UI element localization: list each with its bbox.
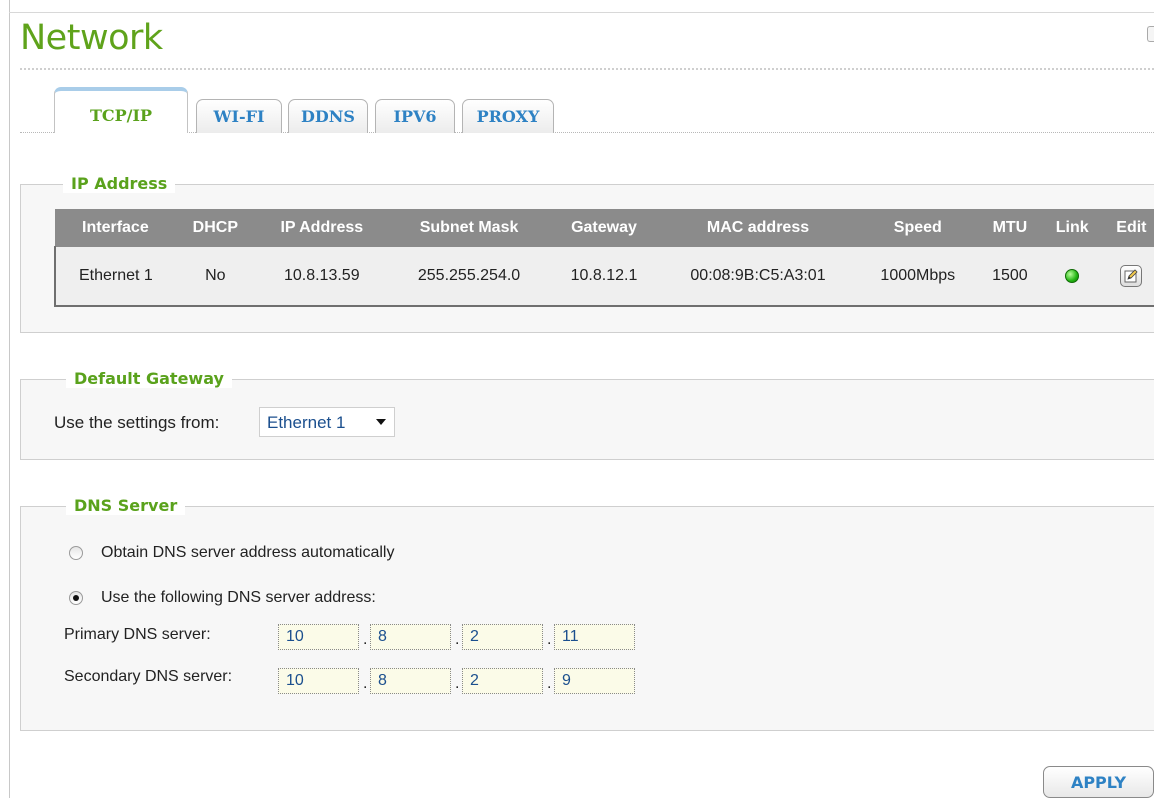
page-top-border [9,12,1154,13]
secondary-dns-octet-3[interactable]: 2 [462,668,543,694]
dns-server-section: DNS Server Obtain DNS server address aut… [20,496,1154,731]
title-divider [20,68,1154,70]
cell-gateway: 10.8.12.1 [549,246,659,307]
cell-subnet-mask: 255.255.254.0 [388,246,550,307]
edit-icon[interactable] [1119,265,1142,287]
window-resize-handle[interactable] [1147,26,1154,42]
tab-tcp-ip[interactable]: TCP/IP [54,87,188,133]
page-title: Network [20,18,163,58]
cell-mac-address: 00:08:9B:C5:A3:01 [658,246,858,307]
tab-proxy[interactable]: PROXY [462,99,554,133]
default-gateway-section: Default Gateway Use the settings from: E… [20,369,1154,460]
primary-dns-label: Primary DNS server: [64,626,211,643]
gateway-source-label: Use the settings from: [54,413,220,432]
column-mtu: MTU [977,209,1043,247]
secondary-dns-octet-2[interactable]: 8 [370,668,451,694]
column-ip-address: IP Address [254,209,390,247]
tab-ddns[interactable]: DDNS [288,99,368,133]
column-subnet-mask: Subnet Mask [388,209,550,247]
table-header-row: Interface DHCP IP Address Subnet Mask Ga… [54,209,1154,247]
secondary-dns-octet-4[interactable]: 9 [554,668,635,694]
octet-separator: . [547,675,552,692]
cell-speed: 1000Mbps [857,246,979,307]
default-gateway-legend: Default Gateway [66,369,232,388]
primary-dns-octet-1[interactable]: 10 [278,624,359,650]
ip-address-legend: IP Address [63,174,176,193]
tab-ipv6[interactable]: IPV6 [375,99,455,133]
octet-separator: . [455,631,460,648]
column-dhcp: DHCP [175,209,256,247]
table-row[interactable]: Ethernet 1 No 10.8.13.59 255.255.254.0 1… [54,246,1154,307]
dns-server-legend: DNS Server [66,496,186,515]
gateway-source-value: Ethernet 1 [267,413,346,432]
chevron-down-icon [376,419,386,425]
apply-button[interactable]: APPLY [1043,766,1154,798]
dns-manual-radio[interactable] [69,591,83,605]
octet-separator: . [547,631,552,648]
cell-mtu: 1500 [978,246,1042,307]
primary-dns-octet-3[interactable]: 2 [462,624,543,650]
tab-wi-fi[interactable]: WI-FI [196,99,282,133]
ip-address-section: IP Address Interface DHCP IP Address Sub… [20,174,1154,333]
cell-ip-address: 10.8.13.59 [254,246,389,307]
ip-address-table: Interface DHCP IP Address Subnet Mask Ga… [54,209,1154,307]
page-left-border [9,0,10,798]
cell-dhcp: No [175,246,255,307]
secondary-dns-octet-1[interactable]: 10 [278,668,359,694]
column-interface: Interface [54,209,177,247]
column-link: Link [1041,209,1104,247]
primary-dns-octet-4[interactable]: 11 [554,624,635,650]
column-speed: Speed [857,209,979,247]
dns-auto-radio[interactable] [69,546,83,560]
dns-auto-label: Obtain DNS server address automatically [101,544,395,561]
column-mac-address: MAC address [658,209,858,247]
link-status-icon [1065,268,1080,283]
column-gateway: Gateway [548,209,660,247]
column-edit: Edit [1102,209,1154,247]
octet-separator: . [363,675,368,692]
cell-edit [1102,246,1154,307]
octet-separator: . [455,675,460,692]
secondary-dns-label: Secondary DNS server: [64,668,233,685]
cell-link [1041,246,1103,307]
octet-separator: . [363,631,368,648]
dns-manual-label: Use the following DNS server address: [101,589,376,606]
primary-dns-octet-2[interactable]: 8 [370,624,451,650]
cell-interface: Ethernet 1 [54,246,176,307]
tab-baseline [20,132,1154,133]
gateway-source-select[interactable]: Ethernet 1 [259,407,395,437]
